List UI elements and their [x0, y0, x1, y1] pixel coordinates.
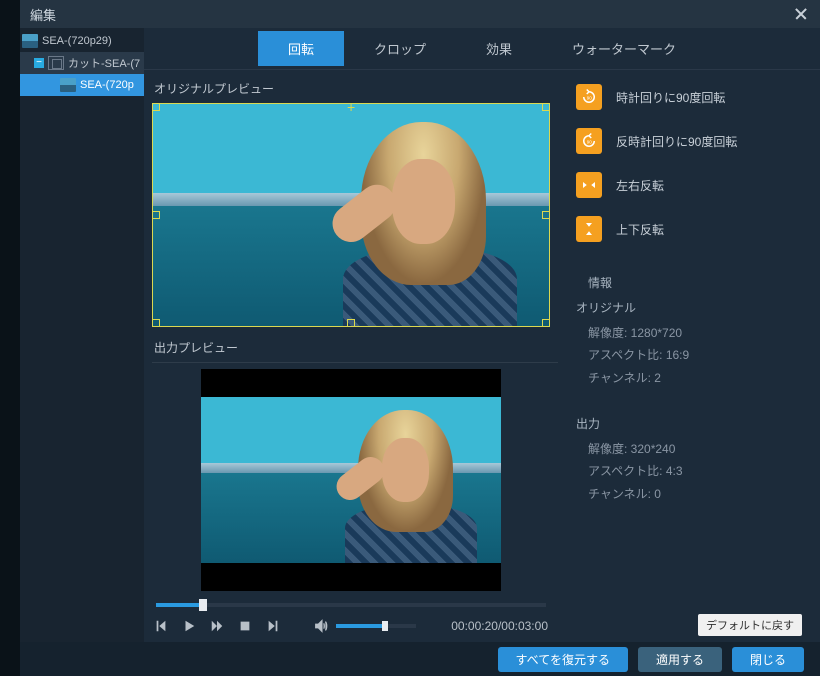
tab-rotate[interactable]: 回転	[258, 31, 344, 66]
close-button[interactable]: 閉じる	[732, 647, 804, 672]
player-controls: 00:00:20/00:03:00	[152, 619, 550, 633]
flip-vertical-button[interactable]: 上下反転	[576, 210, 802, 254]
crop-handle-icon[interactable]	[542, 319, 550, 327]
seek-thumb-icon[interactable]	[199, 599, 207, 611]
edit-dialog: 編集 SEA-(720p29) − カット-SEA-(7 SEA-(720p 回…	[20, 0, 820, 676]
output-preview-label: 出力プレビュー	[154, 339, 558, 356]
rotate-ccw-icon: 90	[576, 128, 602, 154]
crop-handle-icon[interactable]	[347, 319, 355, 327]
flip-horizontal-icon	[576, 172, 602, 198]
seek-slider[interactable]	[156, 603, 546, 607]
tree-label: SEA-(720p	[80, 79, 134, 91]
volume-thumb-icon[interactable]	[382, 621, 388, 631]
rotate-cw-icon: 90	[576, 84, 602, 110]
play-icon[interactable]	[182, 619, 196, 633]
app-background-strip	[0, 0, 20, 676]
reset-default-button[interactable]: デフォルトに戻す	[698, 614, 802, 636]
crop-handle-icon[interactable]	[152, 211, 160, 219]
info-row: 解像度: 1280*720	[588, 322, 802, 345]
original-preview-label: オリジナルプレビュー	[154, 80, 558, 97]
thumbnail-icon	[22, 34, 38, 48]
close-icon[interactable]	[792, 5, 810, 23]
svg-text:90: 90	[587, 95, 593, 100]
output-preview-frame	[201, 369, 501, 591]
flip-horizontal-button[interactable]: 左右反転	[576, 166, 802, 210]
info-output-heading: 出力	[576, 413, 802, 436]
info-heading: 情報	[588, 272, 802, 295]
stop-icon[interactable]	[238, 619, 252, 633]
titlebar: 編集	[20, 0, 820, 28]
seek-fill	[156, 603, 203, 607]
info-row: アスペクト比: 16:9	[588, 344, 802, 367]
tree-item-cut[interactable]: − カット-SEA-(7	[20, 52, 144, 74]
rotate-label: 反時計回りに90度回転	[616, 133, 737, 150]
next-icon[interactable]	[266, 619, 280, 633]
tab-bar: 回転 クロップ 効果 ウォーターマーク	[144, 28, 820, 70]
volume-icon[interactable]	[314, 619, 328, 633]
info-original-heading: オリジナル	[576, 297, 802, 320]
info-row: チャンネル: 0	[588, 483, 802, 506]
tree-label: カット-SEA-(7	[68, 55, 140, 71]
tree-label: SEA-(720p29)	[42, 35, 112, 47]
volume-slider[interactable]	[336, 624, 416, 628]
original-preview-image	[153, 104, 549, 326]
crop-handle-icon[interactable]	[542, 211, 550, 219]
flip-vertical-icon	[576, 216, 602, 242]
output-preview-image	[201, 397, 501, 563]
crop-handle-icon[interactable]	[152, 319, 160, 327]
thumbnail-icon	[60, 78, 76, 92]
prev-icon[interactable]	[154, 619, 168, 633]
tree-item-root[interactable]: SEA-(720p29)	[20, 30, 144, 52]
footer: すべてを復元する 適用する 閉じる	[20, 642, 820, 676]
collapse-icon[interactable]: −	[34, 58, 44, 68]
rotate-ccw-button[interactable]: 90 反時計回りに90度回転	[576, 122, 802, 166]
tab-effect[interactable]: 効果	[456, 31, 542, 66]
svg-text:90: 90	[587, 139, 593, 144]
crop-handle-icon[interactable]	[542, 103, 550, 111]
fast-forward-icon[interactable]	[210, 619, 224, 633]
rotate-label: 上下反転	[616, 221, 664, 238]
info-row: 解像度: 320*240	[588, 438, 802, 461]
dialog-title: 編集	[30, 5, 56, 24]
rotate-label: 時計回りに90度回転	[616, 89, 725, 106]
right-panel: 90 時計回りに90度回転 90 反時計回りに90度回転 左右反転 上下反転	[576, 78, 802, 634]
info-row: アスペクト比: 4:3	[588, 460, 802, 483]
apply-button[interactable]: 適用する	[638, 647, 722, 672]
crop-center-icon[interactable]: +	[347, 103, 355, 111]
tree-item-selected[interactable]: SEA-(720p	[20, 74, 144, 96]
preview-column: オリジナルプレビュー +	[152, 78, 558, 634]
cut-icon	[48, 56, 64, 70]
original-preview-frame[interactable]: +	[152, 103, 550, 327]
crop-handle-icon[interactable]	[152, 103, 160, 111]
rotate-cw-button[interactable]: 90 時計回りに90度回転	[576, 78, 802, 122]
info-row: チャンネル: 2	[588, 367, 802, 390]
restore-all-button[interactable]: すべてを復元する	[498, 647, 628, 672]
rotate-label: 左右反転	[616, 177, 664, 194]
tab-crop[interactable]: クロップ	[344, 31, 456, 66]
divider	[152, 362, 558, 363]
clip-tree: SEA-(720p29) − カット-SEA-(7 SEA-(720p	[20, 28, 144, 642]
playback-time: 00:00:20/00:03:00	[451, 619, 548, 633]
tab-watermark[interactable]: ウォーターマーク	[542, 31, 706, 66]
info-block: 情報 オリジナル 解像度: 1280*720 アスペクト比: 16:9 チャンネ…	[576, 272, 802, 506]
